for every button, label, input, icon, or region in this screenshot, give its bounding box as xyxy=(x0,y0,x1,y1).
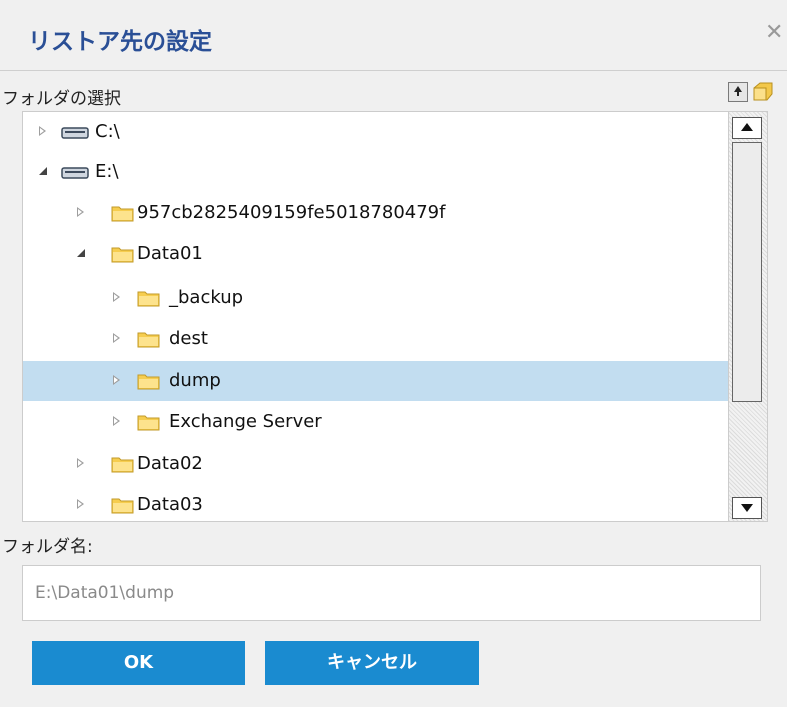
folder-icon xyxy=(111,247,134,263)
tree-item-folder[interactable]: Data03 xyxy=(23,485,729,521)
folder-tree[interactable]: C:\ E:\ 957cb2825409159fe5018780479f Dat… xyxy=(22,111,768,522)
tree-item-e-drive[interactable]: E:\ xyxy=(23,152,729,192)
tree-item-label: Data02 xyxy=(137,453,203,474)
folder-name-label: フォルダ名: xyxy=(2,537,93,557)
tree-item-folder[interactable]: Data02 xyxy=(23,444,729,484)
close-icon[interactable]: ✕ xyxy=(765,22,783,44)
arrow-up-icon xyxy=(741,123,753,131)
folder-name-input[interactable] xyxy=(22,565,761,621)
arrow-down-icon xyxy=(741,504,753,512)
expand-toggle-icon[interactable] xyxy=(77,207,84,217)
expand-toggle-icon[interactable] xyxy=(113,292,120,302)
tree-item-label: Data01 xyxy=(137,243,203,264)
tree-item-label: E:\ xyxy=(95,161,119,182)
tree-item-label: dump xyxy=(169,370,221,391)
scroll-down-button[interactable] xyxy=(732,497,762,519)
folder-icon xyxy=(111,206,134,222)
folder-icon xyxy=(137,332,160,348)
expand-toggle-icon[interactable] xyxy=(77,499,84,509)
expand-toggle-icon[interactable] xyxy=(113,333,120,343)
expand-toggle-icon[interactable] xyxy=(77,458,84,468)
tree-item-folder-selected[interactable]: dump xyxy=(23,361,729,401)
cancel-button[interactable]: キャンセル xyxy=(265,641,479,685)
drive-icon xyxy=(61,127,89,139)
tree-item-label: C:\ xyxy=(95,121,120,142)
tree-item-label: Data03 xyxy=(137,494,203,515)
dialog-title: リストア先の設定 xyxy=(28,29,212,55)
folder-icon xyxy=(137,291,160,307)
collapse-toggle-icon[interactable] xyxy=(77,249,85,257)
expand-toggle-icon[interactable] xyxy=(39,126,46,136)
new-folder-icon[interactable] xyxy=(750,82,774,102)
tree-item-label: 957cb2825409159fe5018780479f xyxy=(137,202,446,223)
vertical-scrollbar[interactable] xyxy=(728,112,767,521)
tree-item-c-drive[interactable]: C:\ xyxy=(23,112,729,152)
tree-item-label: _backup xyxy=(169,287,244,308)
folder-icon xyxy=(111,498,134,514)
collapse-toggle-icon[interactable] xyxy=(39,167,47,175)
tree-item-label: Exchange Server xyxy=(169,411,322,432)
ok-button[interactable]: OK xyxy=(32,641,245,685)
up-arrow-icon[interactable] xyxy=(728,82,748,102)
folder-icon xyxy=(137,415,160,431)
scrollbar-thumb[interactable] xyxy=(732,142,762,402)
folder-icon xyxy=(137,374,160,390)
tree-item-folder[interactable]: Data01 xyxy=(23,234,729,274)
expand-toggle-icon[interactable] xyxy=(113,416,120,426)
title-divider xyxy=(0,70,787,71)
tree-item-folder[interactable]: Exchange Server xyxy=(23,402,729,442)
tree-item-folder[interactable]: dest xyxy=(23,319,729,359)
tree-item-folder[interactable]: _backup xyxy=(23,278,729,318)
expand-toggle-icon[interactable] xyxy=(113,375,120,385)
scroll-up-button[interactable] xyxy=(732,117,762,139)
drive-icon xyxy=(61,167,89,179)
folder-icon xyxy=(111,457,134,473)
tree-item-folder[interactable]: 957cb2825409159fe5018780479f xyxy=(23,193,729,233)
tree-item-label: dest xyxy=(169,328,208,349)
folder-select-label: フォルダの選択 xyxy=(2,89,121,109)
